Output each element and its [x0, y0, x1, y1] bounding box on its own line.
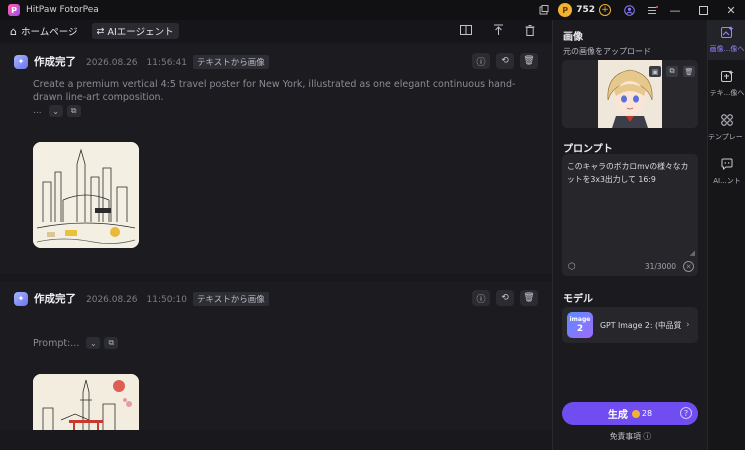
coin-icon [631, 409, 640, 418]
ai-agent-tab[interactable]: ⇄ AIエージェント [91, 23, 179, 39]
menu-icon[interactable] [645, 2, 661, 18]
ai-sparkle-icon: ✦ [14, 291, 28, 306]
char-count: 31/3000 [644, 262, 676, 271]
rail-item-ai-agent[interactable]: AI...ント [708, 152, 745, 192]
generate-cost: 28 [641, 409, 653, 418]
result-card-1: ✦ 作成完了 2026.08.26 11:56:41 テキストから画像 ⓘ ⟲ … [0, 44, 552, 273]
prompt-label: Prompt:... [33, 337, 80, 349]
model-icon: image 2 [567, 312, 593, 338]
tool-rail: 画像...像へ テキ...像へ テンプレート AI...ント [707, 20, 745, 450]
copy-icon[interactable]: ⧉ [666, 66, 678, 77]
credit-count: 752 [576, 5, 595, 15]
status-text: 作成完了 [34, 56, 76, 68]
prompt-section-title: プロンプト [563, 144, 613, 155]
mode-tag: テキストから画像 [192, 291, 269, 306]
grid-icon [721, 114, 733, 129]
mode-tag: テキストから画像 [192, 54, 269, 69]
compare-icon[interactable] [458, 22, 474, 38]
prompt-actions: ... ⌄ ⧉ [33, 105, 81, 117]
regenerate-icon[interactable]: ⟲ [496, 53, 514, 69]
main-area: ⌂ ホームページ ⇄ AIエージェント ✦ 作成完了 2026.08.26 11… [0, 20, 552, 450]
user-icon[interactable] [621, 2, 637, 18]
model-icon-line2: 2 [576, 324, 584, 334]
upload-area[interactable]: ▣ ⧉ 🗑 [562, 60, 698, 128]
rail-item-templates[interactable]: テンプレート [708, 108, 745, 148]
model-icon-line1: image [569, 316, 591, 323]
result-image-new-york[interactable] [33, 142, 139, 248]
copy-icon[interactable]: ⧉ [104, 337, 119, 349]
prompt-value[interactable]: このキャラのボカロmvの様々なカットを3x3出力して 16:9 [567, 160, 693, 186]
history-icon[interactable] [536, 2, 552, 18]
result-image-tokyo[interactable] [33, 374, 139, 430]
chevron-right-icon: › [686, 320, 690, 330]
trash-icon[interactable] [522, 22, 538, 38]
cube-icon[interactable]: ⬡ [568, 262, 576, 272]
rail-item-image-to-image[interactable]: 画像...像へ [708, 20, 745, 60]
delete-icon[interactable]: 🗑 [520, 290, 538, 306]
card-header: ✦ 作成完了 2026.08.26 11:50:10 テキストから画像 [14, 291, 269, 306]
maximize-button[interactable] [689, 0, 717, 20]
ellipsis: ... [33, 106, 42, 116]
resize-grip-icon[interactable]: ◢ [690, 249, 695, 257]
home-link[interactable]: ⌂ ホームページ [10, 24, 78, 39]
expand-chevron-icon[interactable]: ⌄ [86, 337, 101, 349]
close-button[interactable]: ✕ [717, 0, 745, 20]
copy-icon[interactable]: ⧉ [66, 105, 81, 117]
chat-icon [721, 158, 734, 173]
title-bar: P HitPaw FotorPea P 752 + — ✕ [0, 0, 745, 20]
prompt-input[interactable]: このキャラのボカロmvの様々なカットを3x3出力して 16:9 ◢ ⬡ 31/3… [562, 154, 698, 276]
text-image-icon [720, 70, 734, 85]
generate-button[interactable]: 生成 28 ? [562, 402, 698, 425]
delete-icon[interactable]: 🗑 [520, 53, 538, 69]
expand-chevron-icon[interactable]: ⌄ [48, 105, 63, 117]
upload-subtitle: 元の画像をアップロード [563, 47, 651, 56]
info-icon[interactable]: ⓘ [472, 53, 490, 69]
help-icon[interactable]: ? [680, 407, 692, 419]
crop-icon[interactable]: ▣ [649, 66, 661, 77]
add-credits-button[interactable]: + [599, 4, 611, 16]
rail-label: テンプレート [708, 133, 745, 141]
model-name: GPT Image 2: (中品質)... [600, 320, 682, 330]
ai-sparkle-icon: ✦ [14, 54, 28, 69]
card-header: ✦ 作成完了 2026.08.26 11:56:41 テキストから画像 [14, 54, 269, 69]
prompt-text: Create a premium vertical 4:5 travel pos… [33, 79, 516, 103]
status-text: 作成完了 [34, 293, 76, 305]
toolbar-actions [458, 22, 538, 38]
settings-panel: 画像 元の画像をアップロード ▣ ⧉ 🗑 プロンプト このキャラのボカロmvの様… [552, 20, 707, 450]
home-icon: ⌂ [10, 24, 17, 38]
titlebar-controls: P 752 + — ✕ [536, 0, 745, 20]
model-section-title: モデル [563, 294, 593, 305]
info-icon[interactable]: ⓘ [472, 290, 490, 306]
disclaimer-link[interactable]: 免責事項 ⓘ [553, 431, 708, 442]
ai-agent-label: AIエージェント [107, 27, 174, 38]
result-card-2: ✦ 作成完了 2026.08.26 11:50:10 テキストから画像 ⓘ ⟲ … [0, 281, 552, 430]
prompt-actions: Prompt:... ⌄ ⧉ [33, 337, 119, 349]
card-actions: ⓘ ⟲ 🗑 [472, 53, 538, 69]
rail-label: AI...ント [713, 177, 741, 185]
timestamp: 2026.08.26 11:50:10 [86, 295, 187, 305]
delete-image-icon[interactable]: 🗑 [683, 66, 695, 77]
timestamp: 2026.08.26 11:56:41 [86, 58, 187, 68]
generate-label: 生成 [607, 410, 628, 421]
rail-label: 画像...像へ [709, 45, 745, 53]
image-plus-icon [720, 26, 734, 41]
app-title: HitPaw FotorPea [26, 5, 99, 15]
rail-label: テキ...像へ [709, 89, 745, 97]
card-actions: ⓘ ⟲ 🗑 [472, 290, 538, 306]
image-section-title: 画像 [563, 32, 583, 43]
app-logo: P [8, 4, 20, 16]
regenerate-icon[interactable]: ⟲ [496, 290, 514, 306]
minimize-button[interactable]: — [661, 0, 689, 20]
coin-icon: P [558, 3, 573, 17]
rail-item-text-to-image[interactable]: テキ...像へ [708, 64, 745, 104]
model-selector[interactable]: image 2 GPT Image 2: (中品質)... › [562, 307, 698, 343]
export-icon[interactable] [490, 22, 506, 38]
clear-icon[interactable]: ✕ [683, 261, 694, 272]
home-label: ホームページ [20, 27, 78, 38]
top-toolbar: ⌂ ホームページ ⇄ AIエージェント [0, 20, 552, 42]
swap-icon: ⇄ [96, 25, 105, 37]
